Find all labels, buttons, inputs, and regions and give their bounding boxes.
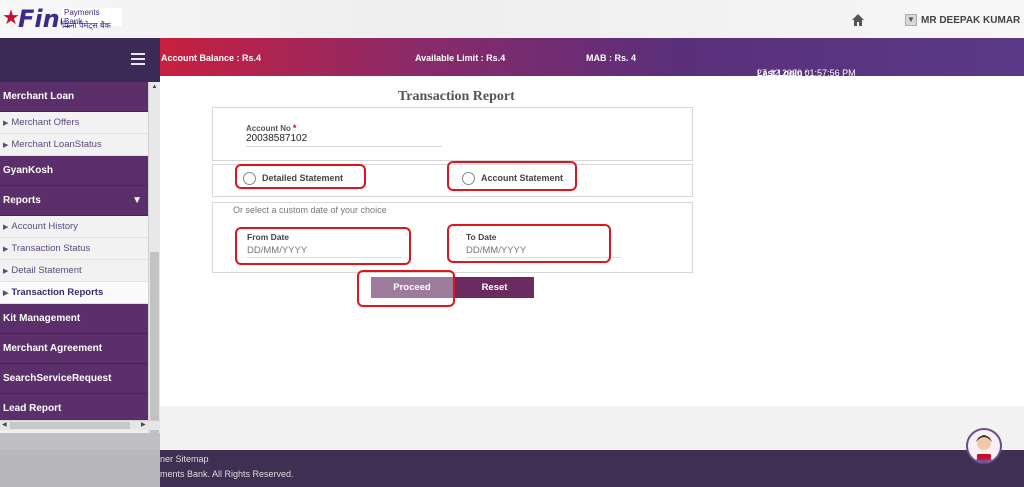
sidebar-item-detail-statement[interactable]: ▶ Detail Statement — [0, 260, 148, 282]
sidebar-item-label: Merchant Agreement — [3, 343, 103, 354]
sidebar-item-label: Account History — [11, 221, 78, 232]
sidebar-item-merchant-loan[interactable]: Merchant Loan — [0, 82, 148, 112]
caret-right-icon: ▶ — [3, 267, 9, 275]
user-name: MR DEEPAK KUMAR — [921, 14, 1021, 26]
sidebar-item-label: Merchant Offers — [11, 117, 80, 128]
home-icon[interactable] — [851, 13, 865, 27]
sidebar: Merchant Loan ▶ Merchant Offers ▶ Merchant… — [0, 38, 160, 487]
account-balance: Account Balance : Rs.4 — [161, 53, 262, 63]
sidebar-item-account-history[interactable]: ▶ Account History — [0, 216, 148, 238]
sidebar-item-label: Lead Report — [3, 403, 62, 414]
footer: ner Sitemap ments Bank. All Rights Reser… — [160, 450, 1024, 487]
caret-right-icon: ▶ — [3, 245, 9, 253]
scrollbar-thumb[interactable] — [10, 422, 130, 429]
sidebar-header — [0, 38, 160, 82]
logo-tagline-hindi: फिनो पेमेंट्स बैंक — [62, 21, 111, 30]
main-bottom-area — [160, 406, 1024, 450]
account-summary-banner: Account Balance : Rs.4 Available Limit :… — [160, 38, 1024, 78]
scrollbar-thumb[interactable] — [150, 252, 159, 442]
assistant-avatar-icon[interactable] — [966, 428, 1002, 464]
sidebar-item-label: Detail Statement — [11, 265, 82, 276]
mab-value: MAB : Rs. 4 — [586, 53, 637, 63]
scroll-left-icon[interactable]: ◀ — [2, 421, 7, 430]
caret-right-icon: ▶ — [3, 289, 9, 297]
fino-logo[interactable]: ★ Fino Payments Bank फिनो पेमेंट्स बैंक — [2, 4, 122, 34]
chevron-down-icon[interactable]: ▼ — [905, 14, 917, 26]
sidebar-item-reports[interactable]: Reports ▼ — [0, 186, 148, 216]
sidebar-menu: Merchant Loan ▶ Merchant Offers ▶ Merchant… — [0, 82, 148, 458]
user-menu[interactable]: ▼ MR DEEPAK KUMAR — [905, 12, 1020, 28]
sidebar-item-kit-management[interactable]: Kit Management — [0, 304, 148, 334]
footer-sitemap-link[interactable]: ner Sitemap — [160, 454, 209, 464]
footer-copyright: ments Bank. All Rights Reserved. — [160, 469, 294, 479]
hamburger-icon[interactable] — [131, 53, 145, 65]
sidebar-item-label: Merchant LoanStatus — [11, 139, 102, 150]
annotation-highlight — [357, 270, 455, 307]
sidebar-vertical-scrollbar[interactable]: ▲ ▼ — [148, 82, 160, 458]
account-no-label: Account No * — [246, 123, 296, 133]
required-marker: * — [292, 123, 297, 133]
sidebar-item-label: Reports — [3, 195, 41, 206]
sidebar-item-label: GyanKosh — [3, 165, 54, 176]
sidebar-item-merchant-agreement[interactable]: Merchant Agreement — [0, 334, 148, 364]
sidebar-item-transaction-status[interactable]: ▶ Transaction Status — [0, 238, 148, 260]
sidebar-item-label: Kit Management — [3, 313, 81, 324]
chevron-down-icon: ▼ — [132, 195, 142, 206]
sidebar-horizontal-scrollbar[interactable]: ◀ ▶ — [0, 420, 160, 430]
annotation-highlight — [447, 161, 577, 191]
sidebar-item-label: Transaction Status — [11, 243, 91, 254]
sidebar-item-merchant-offers[interactable]: ▶ Merchant Offers — [0, 112, 148, 134]
caret-right-icon: ▶ — [3, 141, 9, 149]
available-limit: Available Limit : Rs.4 — [415, 53, 506, 63]
sidebar-item-label: SearchServiceRequest — [3, 373, 112, 384]
scroll-up-icon[interactable]: ▲ — [149, 82, 160, 92]
account-no-underline — [246, 146, 442, 147]
caret-right-icon: ▶ — [3, 119, 9, 127]
custom-date-note: Or select a custom date of your choice — [233, 205, 387, 215]
sidebar-item-transaction-reports[interactable]: ▶ Transaction Reports — [0, 282, 148, 304]
sidebar-item-searchservicerequest[interactable]: SearchServiceRequest — [0, 364, 148, 394]
page-title: Transaction Report — [398, 89, 515, 104]
reset-button[interactable]: Reset — [455, 277, 534, 298]
annotation-highlight — [235, 227, 411, 265]
annotation-highlight — [447, 224, 611, 263]
annotation-highlight — [235, 164, 366, 189]
footer-left-panel — [0, 450, 160, 487]
sidebar-item-label: Transaction Reports — [11, 287, 104, 298]
sidebar-item-gyankosh[interactable]: GyanKosh — [0, 156, 148, 186]
account-no-field[interactable]: 20038587102 — [246, 133, 307, 144]
caret-right-icon: ▶ — [3, 223, 9, 231]
sidebar-item-merchant-loanstatus[interactable]: ▶ Merchant LoanStatus — [0, 134, 148, 156]
scroll-right-icon[interactable]: ▶ — [141, 421, 146, 430]
account-no-label-text: Account No — [246, 124, 291, 133]
sidebar-item-label: Merchant Loan — [3, 91, 75, 102]
top-header: ★ Fino Payments Bank फिनो पेमेंट्स बैंक … — [0, 0, 1024, 38]
